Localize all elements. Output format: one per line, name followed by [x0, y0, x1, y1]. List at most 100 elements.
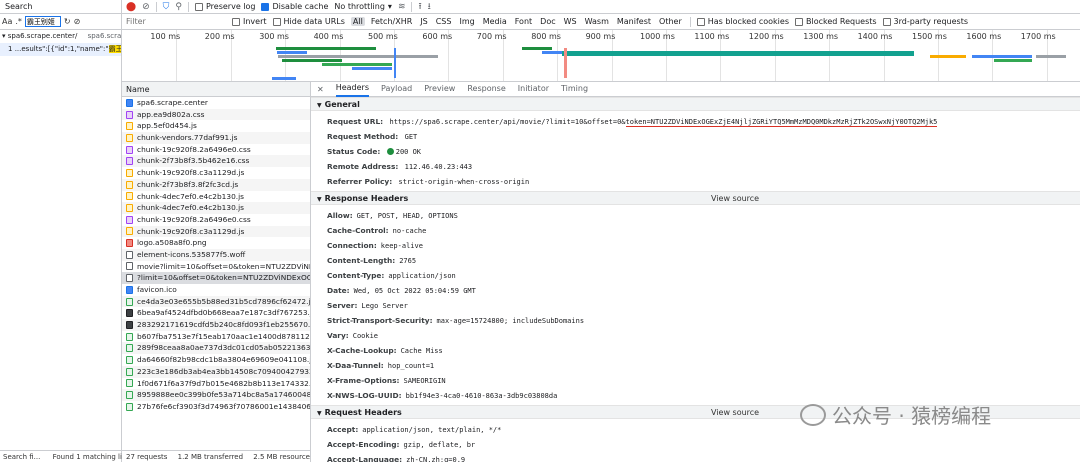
type-filter-ws[interactable]: WS: [562, 17, 579, 26]
general-section-header[interactable]: ▼ General: [311, 97, 1080, 111]
request-name: chunk-2f73b8f3.5b462e16.css: [137, 156, 250, 166]
request-row[interactable]: chunk-19c920f8.2a6496e0.css: [122, 144, 310, 156]
preserve-log-checkbox[interactable]: Preserve log: [194, 2, 255, 11]
header-key: Strict-Transport-Security:: [327, 316, 433, 325]
type-filter-media[interactable]: Media: [481, 17, 509, 26]
third-party-label: 3rd-party requests: [893, 17, 969, 26]
request-row[interactable]: chunk-19c920f8.2a6496e0.css: [122, 214, 310, 226]
request-row[interactable]: 283292171619cdfd5b240c8fd093f1eb255670.j…: [122, 319, 310, 331]
request-list-header[interactable]: Name: [122, 82, 310, 97]
request-row[interactable]: chunk-4dec7ef0.e4c2b130.js: [122, 202, 310, 214]
type-filter-img[interactable]: Img: [457, 17, 476, 26]
type-filter-doc[interactable]: Doc: [538, 17, 557, 26]
tab-headers[interactable]: Headers: [335, 82, 369, 97]
type-filter-manifest[interactable]: Manifest: [615, 17, 653, 26]
search-result-line[interactable]: 1 ...esults":[{"id":1,"name":"霸王...: [0, 43, 121, 56]
response-headers-section-header[interactable]: ▼ Response Headers View source: [311, 191, 1080, 205]
request-row[interactable]: chunk-4dec7ef0.e4c2b130.js: [122, 191, 310, 203]
filter-input[interactable]: [126, 15, 226, 28]
blocked-cookies-checkbox[interactable]: Has blocked cookies: [696, 17, 789, 26]
response-view-source-link[interactable]: View source: [711, 192, 759, 206]
request-row[interactable]: spa6.scrape.center: [122, 97, 310, 109]
type-filter-other[interactable]: Other: [657, 17, 684, 26]
request-view-source-link[interactable]: View source: [711, 406, 759, 420]
response-headers-title: Response Headers: [324, 194, 409, 203]
xhr-icon: [126, 274, 133, 283]
request-row[interactable]: 6bea9af4524dfbd0b668eaa7e187c3df767253.j…: [122, 307, 310, 319]
wifi-icon[interactable]: ≋: [398, 1, 406, 13]
close-icon[interactable]: ✕: [317, 85, 324, 94]
filter-icon[interactable]: ⛉: [163, 1, 170, 13]
timeline-overview[interactable]: 100 ms 200 ms 300 ms 400 ms 500 ms 600 ms 700 …: [122, 30, 1080, 82]
request-row[interactable]: chunk-19c920f8.c3a1129d.js: [122, 225, 310, 238]
header-row: Content-Type: application/json: [311, 268, 1080, 283]
request-row[interactable]: da64660f82b98cdc1b8a3804e69609e041108.jp…: [122, 354, 310, 366]
type-filter-css[interactable]: CSS: [434, 17, 454, 26]
export-har-icon[interactable]: ⭳: [428, 1, 431, 13]
type-filter-font[interactable]: Font: [513, 17, 534, 26]
regex-button[interactable]: .*: [15, 17, 22, 26]
refresh-icon[interactable]: ↻: [64, 17, 71, 26]
record-icon[interactable]: ⬤: [126, 1, 136, 13]
request-row[interactable]: movie?limit=10&offset=0&token=NTU2ZDViND…: [122, 261, 310, 273]
clear-log-icon[interactable]: ⊘: [142, 1, 150, 13]
search-result-file[interactable]: ▾ spa6.scrape.center/ spa6.scra...: [0, 30, 121, 43]
request-row[interactable]: app.5ef0d454.js: [122, 120, 310, 132]
xhr-icon: [126, 262, 133, 271]
request-row[interactable]: 223c3e186db3ab4ea3bb14508c709400427933.j…: [122, 365, 310, 378]
clear-icon[interactable]: ⊘: [74, 17, 81, 26]
tab-initiator[interactable]: Initiator: [518, 82, 549, 96]
request-row[interactable]: logo.a508a8f0.png: [122, 237, 310, 249]
chevron-down-icon: ▾: [387, 2, 392, 11]
search-status-right: Found 1 matching li...: [52, 453, 122, 461]
type-filter-all[interactable]: All: [350, 17, 365, 26]
request-row[interactable]: ce4da3e03e655b5b88ed31b5cd7896cf62472.jp…: [122, 295, 310, 308]
header-key: Connection:: [327, 241, 377, 250]
waterfall-bar: [1036, 55, 1066, 58]
request-row[interactable]: chunk-2f73b8f3.8f2fc3cd.js: [122, 178, 310, 191]
tab-payload[interactable]: Payload: [381, 82, 412, 96]
tab-preview[interactable]: Preview: [424, 82, 455, 96]
header-key: Content-Length:: [327, 256, 396, 265]
tab-response[interactable]: Response: [467, 82, 505, 96]
network-toolbar: ⬤ ⊘ ⛉ ⚲ Preserve log Disable cache No th…: [122, 0, 1080, 14]
invert-checkbox[interactable]: Invert: [232, 17, 267, 26]
throttling-select[interactable]: No throttling ▾: [334, 2, 392, 11]
match-case-button[interactable]: Aa: [2, 17, 12, 26]
type-filter-js[interactable]: JS: [418, 17, 429, 26]
request-row[interactable]: 8959888ee0c399b0fe53a714bc8a5a17460048.j…: [122, 389, 310, 401]
request-row[interactable]: chunk-19c920f8.c3a1129d.js: [122, 167, 310, 179]
header-row: Connection: keep-alive: [311, 238, 1080, 253]
type-filter-fetch-xhr[interactable]: Fetch/XHR: [369, 17, 414, 26]
third-party-checkbox[interactable]: 3rd-party requests: [882, 17, 969, 26]
request-row[interactable]: 27b76fe6cf3903f3d74963f70786001e1438406.…: [122, 401, 310, 413]
blocked-cookies-label: Has blocked cookies: [707, 17, 789, 26]
hide-data-urls-checkbox[interactable]: Hide data URLs: [272, 17, 345, 26]
tab-timing[interactable]: Timing: [561, 82, 588, 96]
request-row[interactable]: chunk-vendors.77daf991.js: [122, 132, 310, 144]
request-row[interactable]: 1f0d671f6a37f9d7b015e4682b8b113e174332.j…: [122, 378, 310, 390]
status-ok-icon: [386, 148, 394, 155]
import-har-icon[interactable]: ⭱: [418, 1, 421, 13]
header-row: Date: Wed, 05 Oct 2022 05:04:59 GMT: [311, 283, 1080, 298]
search-icon[interactable]: ⚲: [175, 1, 182, 13]
request-name: element-icons.535877f5.woff: [137, 249, 246, 259]
header-row: Content-Length: 2765: [311, 253, 1080, 268]
request-name: 283292171619cdfd5b240c8fd093f1eb255670.j…: [137, 320, 310, 330]
timeline-tick-label: 300 ms: [259, 32, 289, 41]
request-row[interactable]: app.ea9d802a.css: [122, 108, 310, 121]
request-row[interactable]: b607fba7513e7f15eab170aac1e1400d878112.j…: [122, 331, 310, 343]
header-row: Allow: GET, POST, HEAD, OPTIONS: [311, 208, 1080, 223]
checkbox-box: [794, 17, 803, 26]
timeline-tick-label: 1400 ms: [857, 32, 893, 41]
request-row[interactable]: element-icons.535877f5.woff: [122, 248, 310, 261]
search-input[interactable]: [24, 16, 61, 27]
request-row[interactable]: 289f98ceaa8a0ae737d3dc01cd05ab052213631.…: [122, 342, 310, 355]
disable-cache-checkbox[interactable]: Disable cache: [261, 2, 328, 11]
blocked-requests-checkbox[interactable]: Blocked Requests: [794, 17, 877, 26]
type-filter-wasm[interactable]: Wasm: [583, 17, 611, 26]
request-row[interactable]: favicon.ico: [122, 284, 310, 296]
request-row[interactable]: ?limit=10&offset=0&token=NTU2ZDViNDExOGE: [122, 272, 310, 284]
request-row[interactable]: chunk-2f73b8f3.5b462e16.css: [122, 155, 310, 168]
resources-size: 2.5 MB resources: [253, 453, 311, 461]
